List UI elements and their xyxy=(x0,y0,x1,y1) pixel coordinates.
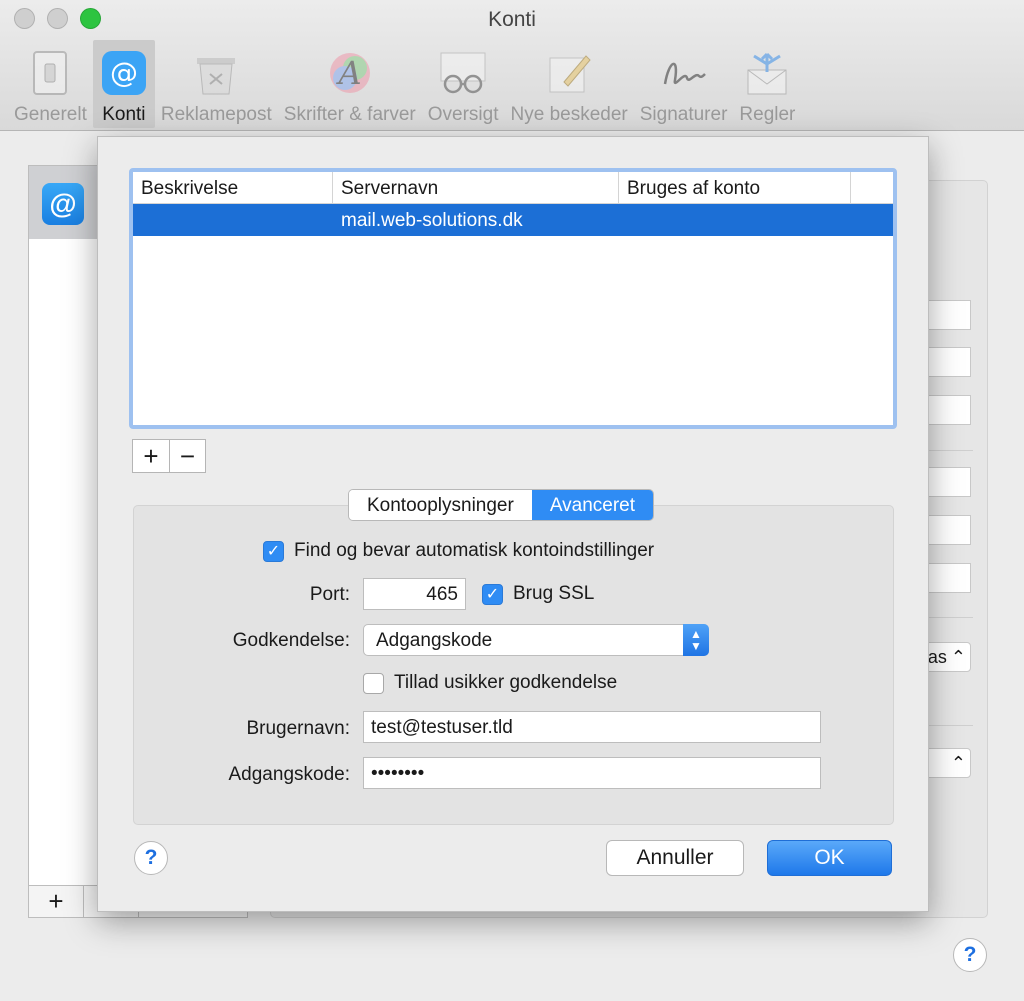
port-label: Port: xyxy=(309,584,350,605)
svg-text:@: @ xyxy=(110,56,138,89)
password-label: Adgangskode: xyxy=(228,764,351,785)
cancel-button[interactable]: Annuller xyxy=(606,840,744,876)
cell-server: mail.web-solutions.dk xyxy=(341,210,523,231)
username-label: Brugernavn: xyxy=(246,718,350,739)
up-down-chevron-icon: ▲ ▼ xyxy=(683,624,709,656)
port-input[interactable]: 465 xyxy=(363,578,466,610)
column-header-empty xyxy=(851,172,893,203)
toolbar-label: Signaturer xyxy=(639,104,728,125)
background-field[interactable] xyxy=(925,395,971,425)
smtp-server-table[interactable]: Beskrivelse Servernavn Bruges af konto m… xyxy=(129,168,897,429)
signature-icon xyxy=(659,48,709,98)
up-down-chevron-icon: ⌃ xyxy=(950,752,966,773)
background-divider xyxy=(925,617,973,618)
background-field[interactable] xyxy=(925,563,971,593)
auto-detect-row: ✓ Find og bevar automatisk kontoindstill… xyxy=(263,540,654,562)
toolbar-label: Oversigt xyxy=(427,104,499,125)
help-button[interactable]: ? xyxy=(953,938,987,972)
smtp-server-sheet: Beskrivelse Servernavn Bruges af konto m… xyxy=(97,136,929,912)
toolbar-label: Nye beskeder xyxy=(510,104,628,125)
background-field[interactable] xyxy=(925,467,971,497)
help-button[interactable]: ? xyxy=(134,841,168,875)
toolbar-oversigt[interactable]: Oversigt xyxy=(422,40,505,128)
switch-icon xyxy=(25,48,75,98)
background-field[interactable] xyxy=(925,347,971,377)
cell-used-by xyxy=(619,204,851,236)
at-icon: @ xyxy=(42,183,84,225)
glasses-icon xyxy=(438,48,488,98)
tab-avanceret[interactable]: Avanceret xyxy=(531,490,654,520)
tab-kontooplysninger[interactable]: Kontooplysninger xyxy=(349,490,532,520)
column-header-description[interactable]: Beskrivelse xyxy=(133,172,333,203)
cell-description xyxy=(133,204,333,236)
ok-button[interactable]: OK xyxy=(767,840,892,876)
insecure-auth-label: Tillad usikker godkendelse xyxy=(394,672,618,693)
trash-icon xyxy=(191,48,241,98)
toolbar-generelt[interactable]: Generelt xyxy=(8,40,93,128)
table-header: Beskrivelse Servernavn Bruges af konto xyxy=(133,172,893,204)
pencil-note-icon xyxy=(544,48,594,98)
toolbar-label: Reklamepost xyxy=(160,104,272,125)
toolbar-skrifter-farver[interactable]: A Skrifter & farver xyxy=(278,40,422,128)
svg-text:A: A xyxy=(335,54,361,92)
background-select[interactable]: ⌃ xyxy=(925,748,971,778)
add-remove-buttons: + − xyxy=(132,439,206,473)
window-title: Konti xyxy=(488,8,536,31)
add-server-button[interactable]: + xyxy=(133,440,169,472)
toolbar-nye-beskeder[interactable]: Nye beskeder xyxy=(505,40,634,128)
ssl-label: Brug SSL xyxy=(513,583,595,604)
up-down-chevron-icon: ⌃ xyxy=(950,646,966,667)
toolbar-label: Skrifter & farver xyxy=(283,104,416,125)
tab-bar: Kontooplysninger Avanceret xyxy=(348,489,655,521)
auto-detect-label: Find og bevar automatisk kontoindstillin… xyxy=(294,540,655,561)
auth-select[interactable]: Adgangskode ▲ ▼ xyxy=(363,624,709,656)
insecure-auth-checkbox[interactable] xyxy=(363,672,384,694)
remove-server-button[interactable]: − xyxy=(169,440,205,472)
background-field[interactable] xyxy=(925,515,971,545)
background-divider xyxy=(925,450,973,451)
auth-select-value: Adgangskode xyxy=(376,630,493,651)
background-field[interactable] xyxy=(925,300,971,330)
insecure-auth-row: Tillad usikker godkendelse xyxy=(363,672,617,694)
toolbar-konti[interactable]: @ Konti xyxy=(92,40,155,128)
preferences-toolbar: Generelt @ Konti Reklamepost A Skrifter … xyxy=(8,40,801,128)
font-color-icon: A xyxy=(325,48,375,98)
title-bar: Konti Generelt @ Konti Reklamepost A Skr… xyxy=(0,0,1024,131)
toolbar-regler[interactable]: Regler xyxy=(733,40,801,128)
toolbar-label: Regler xyxy=(739,104,796,125)
toolbar-label: Konti xyxy=(102,104,146,125)
username-input[interactable]: test@testuser.tld xyxy=(363,711,821,743)
ssl-row: ✓ Brug SSL xyxy=(482,583,594,605)
auto-detect-checkbox[interactable]: ✓ xyxy=(263,540,284,562)
toolbar-reklamepost[interactable]: Reklamepost xyxy=(155,40,278,128)
ssl-checkbox[interactable]: ✓ xyxy=(482,583,503,605)
add-account-button[interactable]: + xyxy=(29,886,84,917)
column-header-used-by[interactable]: Bruges af konto xyxy=(619,172,851,203)
password-input[interactable]: •••••••• xyxy=(363,757,821,789)
background-divider xyxy=(925,725,973,726)
at-icon: @ xyxy=(99,48,149,98)
background-select-value: as xyxy=(927,646,947,667)
table-row[interactable]: mail.web-solutions.dk xyxy=(133,204,893,236)
envelope-arrows-icon xyxy=(742,48,792,98)
background-select[interactable]: as ⌃ xyxy=(925,642,971,672)
column-header-server[interactable]: Servernavn xyxy=(333,172,619,203)
auth-label: Godkendelse: xyxy=(232,630,350,651)
toolbar-label: Generelt xyxy=(14,104,87,125)
toolbar-signaturer[interactable]: Signaturer xyxy=(634,40,734,128)
